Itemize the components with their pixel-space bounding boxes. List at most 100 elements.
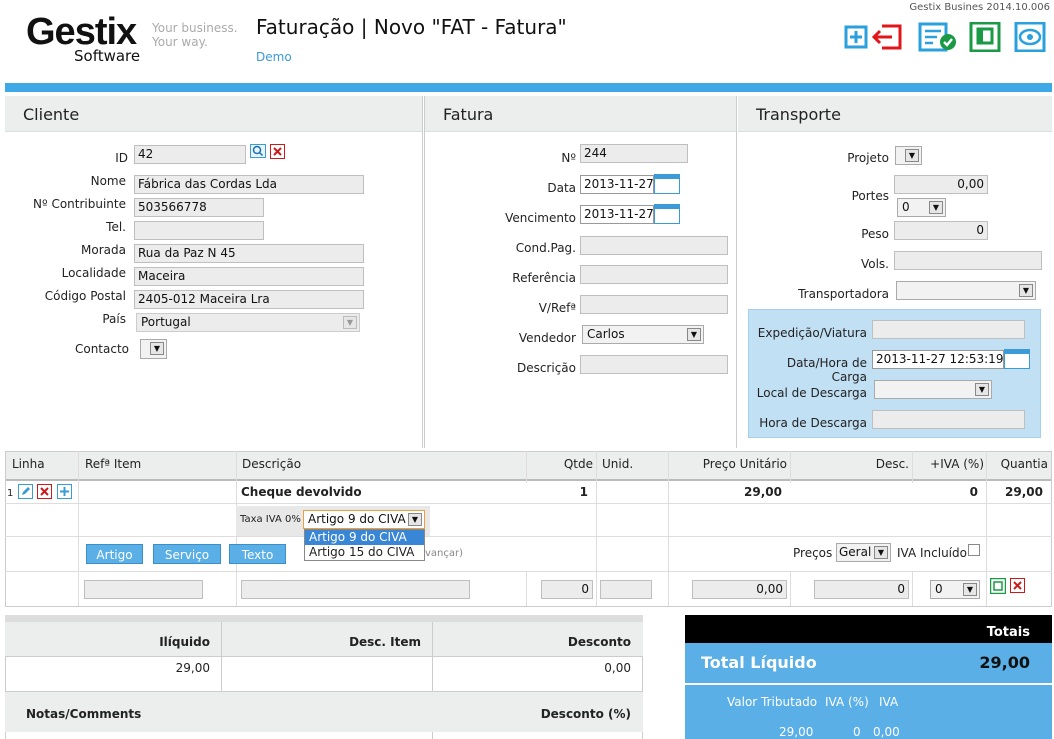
nome-field[interactable]: Fábrica das Cordas Lda	[134, 175, 364, 194]
chevron-down-icon: ▼	[343, 316, 357, 329]
taxa-option[interactable]: Artigo 15 do CIVA	[305, 545, 424, 560]
delete-icon[interactable]	[37, 484, 52, 502]
chevron-down-icon: ▼	[929, 201, 943, 214]
iva-breakdown: Valor Tributado IVA (%) IVA 29,00 0 0,00	[685, 685, 1052, 739]
portes-field[interactable]: 0,00	[894, 175, 988, 194]
projeto-select[interactable]: ▼	[895, 146, 922, 165]
tel-field[interactable]	[134, 221, 264, 240]
precos-label: Preços	[793, 546, 833, 560]
preview-icon[interactable]	[1013, 22, 1047, 52]
servico-button[interactable]: Serviço	[153, 544, 221, 564]
taxa-select[interactable]: Artigo 9 do CIVA ▼	[303, 510, 425, 529]
venc-field[interactable]: 2013-11-27	[580, 205, 654, 224]
taxa-option[interactable]: Artigo 9 do CIVA	[305, 530, 424, 545]
cliente-header: Cliente	[5, 96, 422, 132]
iva-incluido-checkbox[interactable]	[968, 544, 980, 556]
logo: Gestix Software Your business. Your way.	[26, 13, 238, 65]
clear-icon[interactable]	[270, 144, 285, 162]
fatura-header: Fatura	[425, 96, 736, 132]
cond-label: Cond.Pag.	[515, 241, 576, 255]
search-icon[interactable]	[250, 144, 266, 161]
data-field[interactable]: 2013-11-27	[580, 175, 654, 194]
notas-label: Notas/Comments	[26, 707, 142, 721]
desc-item-label: Desc. Item	[349, 635, 421, 649]
row-quantia: 29,00	[1005, 485, 1043, 499]
descricao-label: Descrição	[516, 361, 576, 375]
artigo-button[interactable]: Artigo	[86, 544, 143, 564]
iva-incluido-label: IVA Incluído	[897, 546, 967, 560]
validate-icon[interactable]	[918, 22, 958, 52]
venc-label: Vencimento	[505, 211, 576, 225]
ref-field[interactable]	[580, 265, 728, 284]
total-liquido-row: Total Líquido 29,00	[685, 643, 1052, 683]
totals-header: Totais	[685, 615, 1052, 643]
localidade-field[interactable]: Maceira	[134, 267, 364, 286]
cp-field[interactable]: 2405-012 Maceira Lra	[134, 290, 364, 309]
iliquido-label: Ilíquido	[159, 635, 210, 649]
local-select[interactable]: ▼	[874, 380, 992, 399]
precos-select[interactable]: Geral ▼	[836, 543, 891, 562]
hora-field[interactable]	[872, 410, 1025, 429]
portes-select[interactable]: 0 ▼	[897, 198, 946, 217]
cond-field[interactable]	[580, 236, 728, 255]
peso-label: Peso	[861, 227, 889, 241]
nif-label: Nº Contribuinte	[33, 197, 126, 211]
valor-tributado-label: Valor Tributado	[727, 695, 818, 709]
totals-panel: Totais Total Líquido 29,00 Valor Tributa…	[685, 615, 1052, 739]
new-doc-icon[interactable]	[843, 22, 869, 52]
calendar-icon[interactable]	[654, 174, 680, 194]
portes-label: Portes	[851, 189, 889, 203]
vols-label: Vols.	[860, 257, 889, 271]
id-label: ID	[115, 151, 128, 165]
texto-button[interactable]: Texto	[229, 544, 286, 564]
col-quantia: Quantia	[1000, 457, 1048, 471]
save-icon[interactable]	[968, 22, 1002, 52]
total-liquido-label: Total Líquido	[701, 653, 817, 672]
vref-field[interactable]	[580, 295, 728, 314]
desc-pct-label: Desconto (%)	[540, 707, 631, 721]
desconto-value: 0,00	[604, 661, 631, 675]
cancel-line-icon[interactable]	[1010, 578, 1025, 596]
chevron-down-icon: ▼	[1019, 284, 1033, 297]
transportadora-select[interactable]: ▼	[896, 281, 1036, 300]
col-ref: Refª Item	[85, 457, 142, 471]
add-line-icon[interactable]	[57, 484, 72, 502]
back-icon[interactable]	[872, 22, 906, 52]
iliquido-value: 29,00	[175, 661, 210, 675]
confirm-line-icon[interactable]	[989, 577, 1007, 597]
chevron-down-icon: ▼	[408, 513, 422, 526]
logo-tagline: Your business. Your way.	[152, 21, 238, 49]
morada-field[interactable]: Rua da Paz N 45	[134, 244, 364, 263]
nif-field[interactable]: 503566778	[134, 198, 264, 217]
pais-select[interactable]: Portugal ▼	[136, 313, 360, 332]
calendar-icon[interactable]	[1004, 349, 1030, 369]
valor-tributado-value: 29,00	[779, 725, 814, 739]
chevron-down-icon: ▼	[687, 328, 701, 341]
vendedor-label: Vendedor	[518, 331, 576, 345]
tel-label: Tel.	[106, 220, 126, 234]
transporte-header: Transporte	[738, 96, 1052, 132]
col-iva: +IVA (%)	[930, 457, 984, 471]
vendedor-select[interactable]: Carlos ▼	[582, 325, 704, 344]
pais-label: País	[102, 312, 126, 326]
new-ref-field[interactable]	[84, 580, 203, 599]
row-descricao: Cheque devolvido	[241, 485, 362, 499]
company-link[interactable]: Demo	[256, 50, 292, 64]
calendar-icon[interactable]	[654, 204, 680, 224]
contacto-select[interactable]: ▼	[140, 339, 167, 359]
peso-field[interactable]: 0	[894, 221, 988, 240]
descricao-field[interactable]	[580, 355, 728, 374]
new-preco-field[interactable]: 0,00	[692, 580, 787, 599]
new-iva-select[interactable]: 0 ▼	[930, 580, 980, 599]
edit-icon[interactable]	[18, 484, 33, 502]
expedicao-field[interactable]	[872, 320, 1025, 339]
vols-field[interactable]	[894, 251, 1042, 270]
accent-bar	[5, 83, 1052, 92]
new-qtde-field[interactable]: 0	[541, 580, 593, 599]
carga-field[interactable]: 2013-11-27 12:53:19	[872, 350, 1004, 369]
num-field[interactable]: 244	[580, 144, 688, 163]
new-desc-field[interactable]: 0	[814, 580, 909, 599]
id-field[interactable]: 42	[134, 145, 246, 164]
new-descricao-field[interactable]	[241, 580, 470, 599]
new-unid-field[interactable]	[600, 580, 652, 599]
